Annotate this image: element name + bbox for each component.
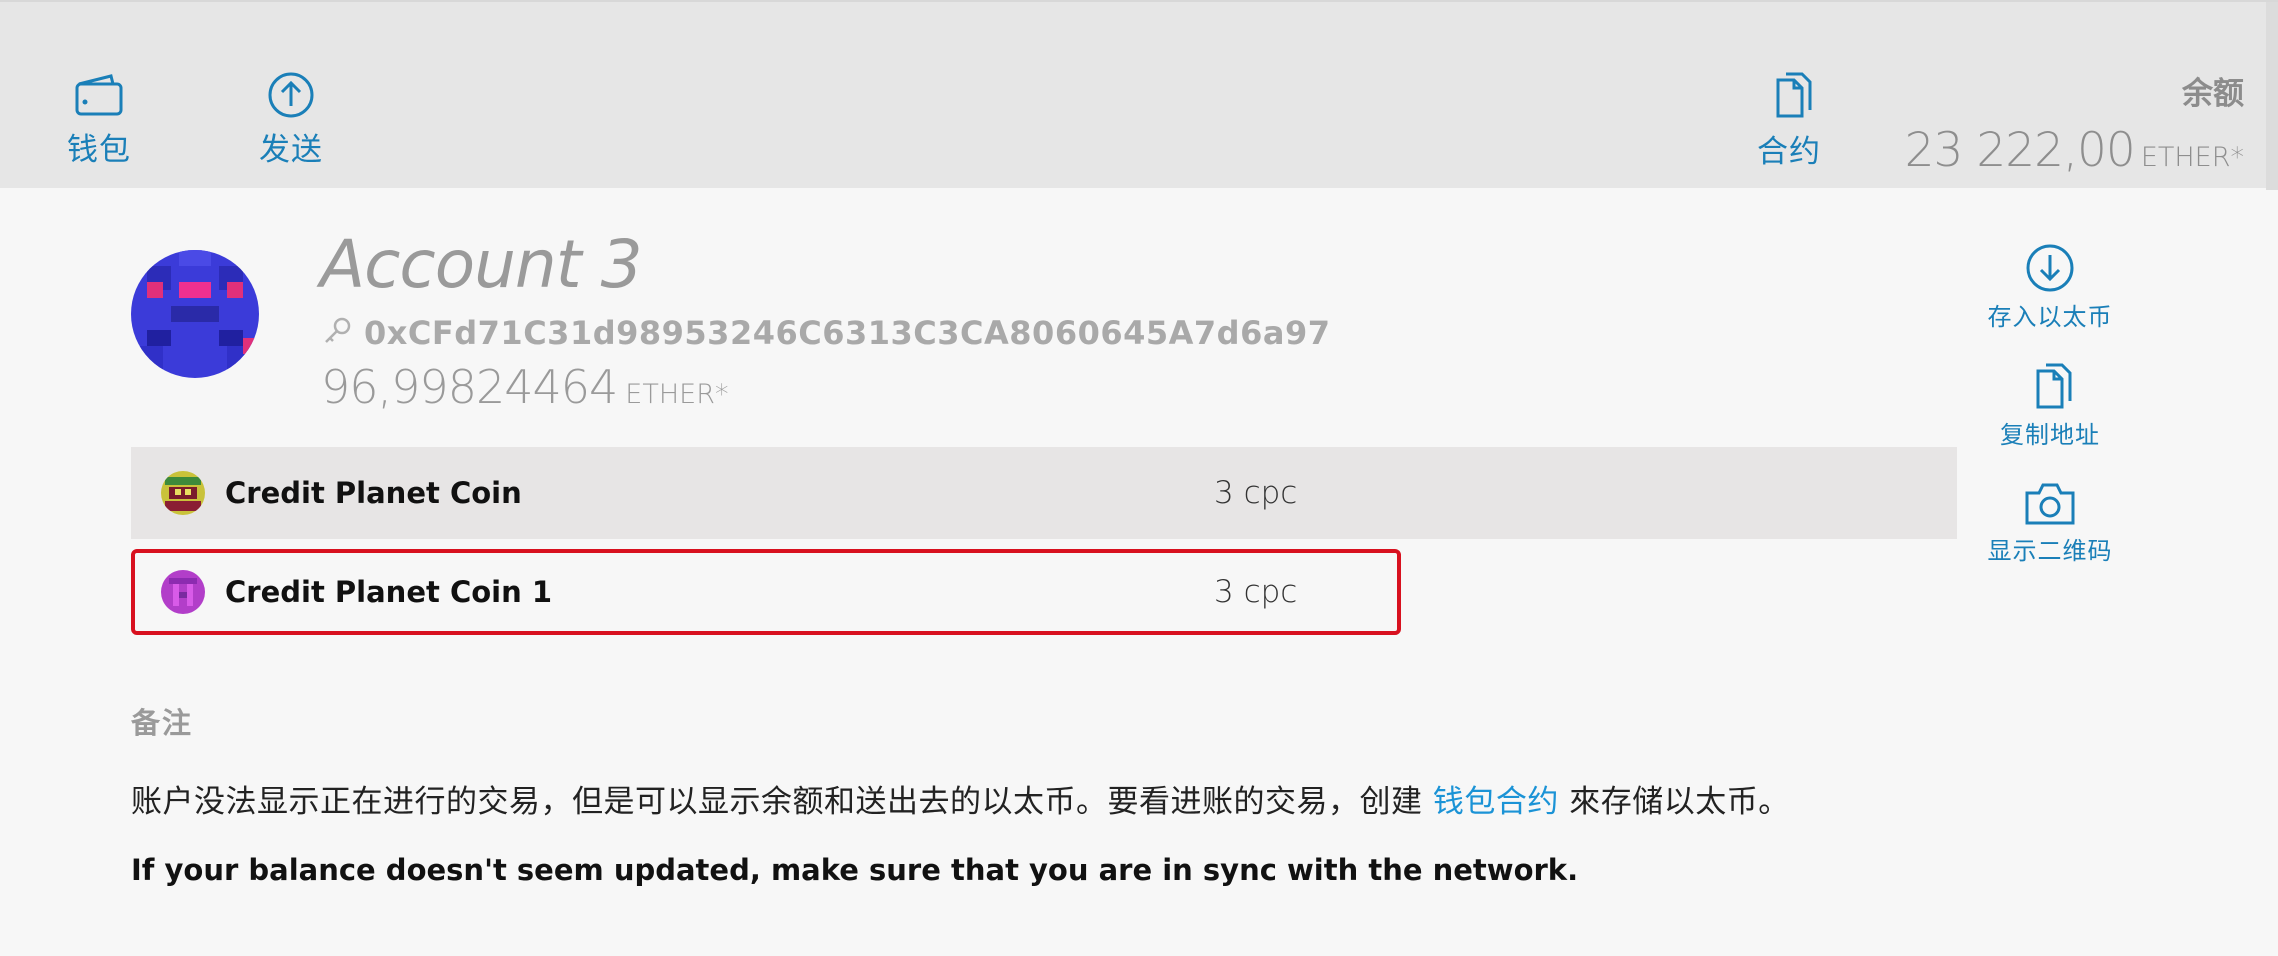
account-balance-value: 96,99824464	[321, 360, 618, 414]
account-balance: 96,99824464 ETHER*	[321, 360, 728, 414]
token-name: Credit Planet Coin	[225, 476, 522, 510]
account-address-row: 0xCFd71C31d98953246C6313C3CA8060645A7d6a…	[322, 314, 1330, 352]
balance-value: 23 222,00	[1904, 123, 2136, 178]
notes-paragraph: 账户没法显示正在进行的交易，但是可以显示余额和送出去的以太币。要看进账的交易，创…	[131, 776, 1790, 821]
arrow-down-circle-icon	[1980, 243, 2120, 293]
nav-send[interactable]: 发送	[254, 72, 328, 169]
scrollbar[interactable]	[2266, 2, 2278, 190]
copy-icon	[1980, 361, 2120, 411]
total-balance: 余额 23 222,00 ETHER*	[1905, 68, 2244, 178]
top-navigation-bar: 钱包 发送 合约 余额 23 222,00 ETHER*	[0, 0, 2278, 190]
account-name: Account 3	[320, 226, 643, 303]
wallet-icon	[62, 72, 136, 118]
nav-wallet-label: 钱包	[67, 132, 131, 168]
account-avatar	[131, 250, 259, 378]
key-icon	[322, 316, 352, 350]
token-row-highlighted[interactable]: Credit Planet Coin 1 3 cpc	[131, 549, 1401, 635]
nav-send-label: 发送	[259, 132, 323, 168]
nav-contracts-label: 合约	[1757, 134, 1821, 170]
token-balance: 3 cpc	[1214, 574, 1298, 610]
sync-warning: If your balance doesn't seem updated, ma…	[131, 853, 1579, 887]
notes-text-after: 來存储以太币。	[1558, 784, 1790, 820]
nav-contracts[interactable]: 合约	[1752, 72, 1826, 171]
copy-address-label: 复制地址	[2000, 421, 2100, 449]
show-qr-code-button[interactable]: 显示二维码	[1980, 479, 2120, 566]
token-balance: 3 cpc	[1214, 475, 1298, 511]
balance-unit: ETHER*	[2140, 142, 2244, 173]
notes-text-before: 账户没法显示正在进行的交易，但是可以显示余额和送出去的以太币。要看进账的交易，创…	[131, 784, 1433, 820]
account-address[interactable]: 0xCFd71C31d98953246C6313C3CA8060645A7d6a…	[364, 314, 1330, 352]
account-balance-unit: ETHER*	[625, 379, 729, 410]
deposit-ether-label: 存入以太币	[1987, 303, 2113, 331]
camera-icon	[1980, 479, 2120, 527]
token-identicon	[161, 471, 205, 515]
token-identicon	[161, 570, 205, 614]
copy-address-button[interactable]: 复制地址	[1980, 361, 2120, 450]
wallet-contract-link[interactable]: 钱包合约	[1433, 784, 1559, 820]
balance-amount: 23 222,00 ETHER*	[1905, 123, 2244, 178]
show-qr-code-label: 显示二维码	[1987, 537, 2113, 565]
balance-title: 余额	[2182, 76, 2244, 112]
deposit-ether-button[interactable]: 存入以太币	[1980, 243, 2120, 332]
document-icon	[1752, 72, 1826, 120]
token-row[interactable]: Credit Planet Coin 3 cpc	[131, 447, 1957, 539]
arrow-up-circle-icon	[254, 72, 328, 118]
token-name: Credit Planet Coin 1	[225, 575, 553, 609]
nav-wallet[interactable]: 钱包	[62, 72, 136, 169]
notes-heading: 备注	[131, 706, 194, 740]
